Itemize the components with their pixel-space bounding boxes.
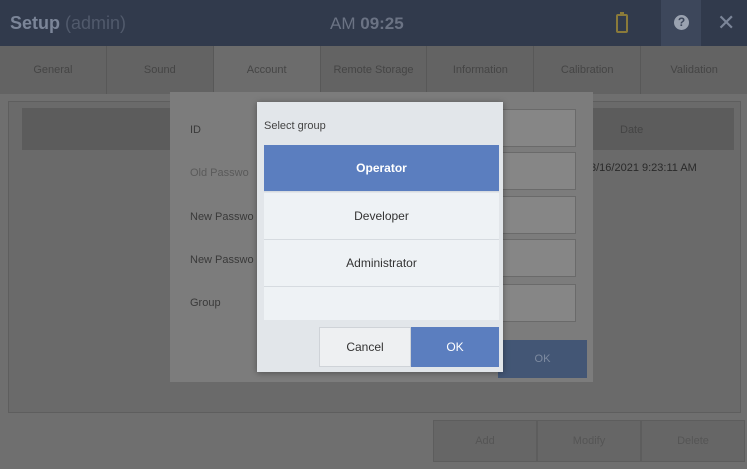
window-title-user: (admin) <box>65 13 127 33</box>
account-ok-button[interactable]: OK <box>498 340 587 378</box>
battery-icon <box>616 12 628 33</box>
clock: AM 09:25 <box>330 14 404 34</box>
close-icon[interactable]: ✕ <box>717 10 735 36</box>
group-option-operator[interactable]: Operator <box>264 145 499 192</box>
tab-validation[interactable]: Validation <box>641 46 747 94</box>
window-title: Setup (admin) <box>10 13 126 34</box>
tab-sound[interactable]: Sound <box>107 46 214 94</box>
tab-calibration[interactable]: Calibration <box>534 46 642 94</box>
select-group-title: Select group <box>264 120 326 132</box>
confirm-password-field[interactable] <box>498 239 576 277</box>
id-label: ID <box>190 124 201 136</box>
modify-button[interactable]: Modify <box>537 420 641 462</box>
delete-button[interactable]: Delete <box>641 420 745 462</box>
group-option-administrator[interactable]: Administrator <box>264 240 499 287</box>
tab-remote-storage[interactable]: Remote Storage <box>321 46 428 94</box>
group-option-empty[interactable] <box>264 287 499 320</box>
cancel-button[interactable]: Cancel <box>319 327 411 367</box>
group-option-developer[interactable]: Developer <box>264 193 499 240</box>
help-icon[interactable]: ? <box>674 15 689 30</box>
window-title-text: Setup <box>10 13 61 33</box>
tab-account[interactable]: Account <box>213 46 321 94</box>
settings-tabs: General Sound Account Remote Storage Inf… <box>0 46 747 94</box>
table-row-date[interactable]: 3/16/2021 9:23:11 AM <box>590 162 697 174</box>
confirm-password-label: New Passwo <box>190 254 254 266</box>
date-column-header: Date <box>620 124 644 136</box>
clock-time: 09:25 <box>360 14 404 33</box>
clock-ampm: AM <box>330 14 356 33</box>
new-password-field[interactable] <box>498 196 576 234</box>
tab-general[interactable]: General <box>0 46 107 94</box>
tab-information[interactable]: Information <box>427 46 535 94</box>
new-password-label: New Passwo <box>190 211 254 223</box>
add-button[interactable]: Add <box>433 420 537 462</box>
id-field[interactable] <box>498 109 576 147</box>
ok-button[interactable]: OK <box>411 327 499 367</box>
old-password-label: Old Passwo <box>190 167 249 179</box>
group-field[interactable] <box>498 284 576 322</box>
old-password-field[interactable] <box>498 152 576 190</box>
group-label: Group <box>190 297 221 309</box>
